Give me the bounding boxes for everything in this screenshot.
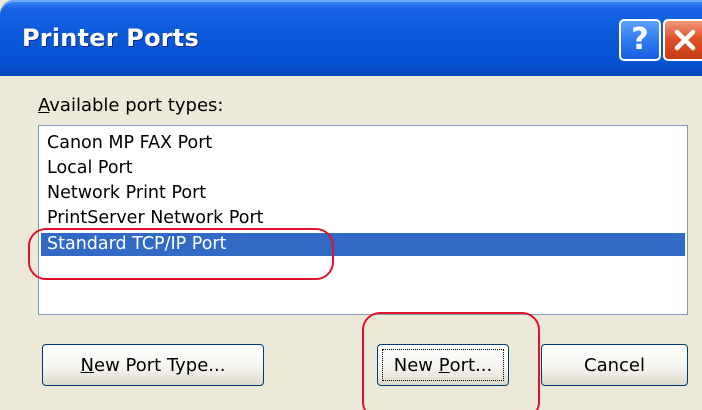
label-text: vailable port types:: [49, 95, 224, 116]
new-port-type-mnemonic: N: [80, 354, 95, 376]
list-item-network-print-port[interactable]: Network Print Port: [41, 182, 685, 205]
close-button[interactable]: [663, 19, 702, 61]
label-mnemonic: A: [38, 95, 50, 116]
printer-ports-dialog: Printer Ports ? Available port types: Ca…: [0, 0, 702, 410]
list-item-canon-mp-fax-port[interactable]: Canon MP FAX Port: [41, 132, 685, 155]
window-title: Printer Ports: [22, 24, 199, 52]
new-port-mnemonic: P: [438, 354, 450, 376]
list-item-local-port[interactable]: Local Port: [41, 157, 685, 180]
available-port-types-label: Available port types:: [38, 95, 223, 116]
help-icon: ?: [631, 22, 649, 57]
new-port-type-label: ew Port Type...: [94, 354, 226, 376]
cancel-button[interactable]: Cancel: [541, 344, 688, 386]
help-button[interactable]: ?: [619, 19, 661, 61]
port-types-listbox[interactable]: Canon MP FAX Port Local Port Network Pri…: [38, 125, 688, 315]
new-port-type-button[interactable]: New Port Type...: [42, 344, 264, 386]
list-item-printserver-network-port[interactable]: PrintServer Network Port: [41, 207, 685, 230]
title-bar[interactable]: Printer Ports ?: [0, 0, 702, 76]
list-item-standard-tcpip-port[interactable]: Standard TCP/IP Port: [41, 233, 685, 256]
new-port-button[interactable]: New Port...: [377, 344, 509, 386]
close-icon: [674, 29, 696, 51]
new-port-label-prefix: New: [393, 354, 439, 376]
new-port-label-rest: ort...: [449, 354, 493, 376]
